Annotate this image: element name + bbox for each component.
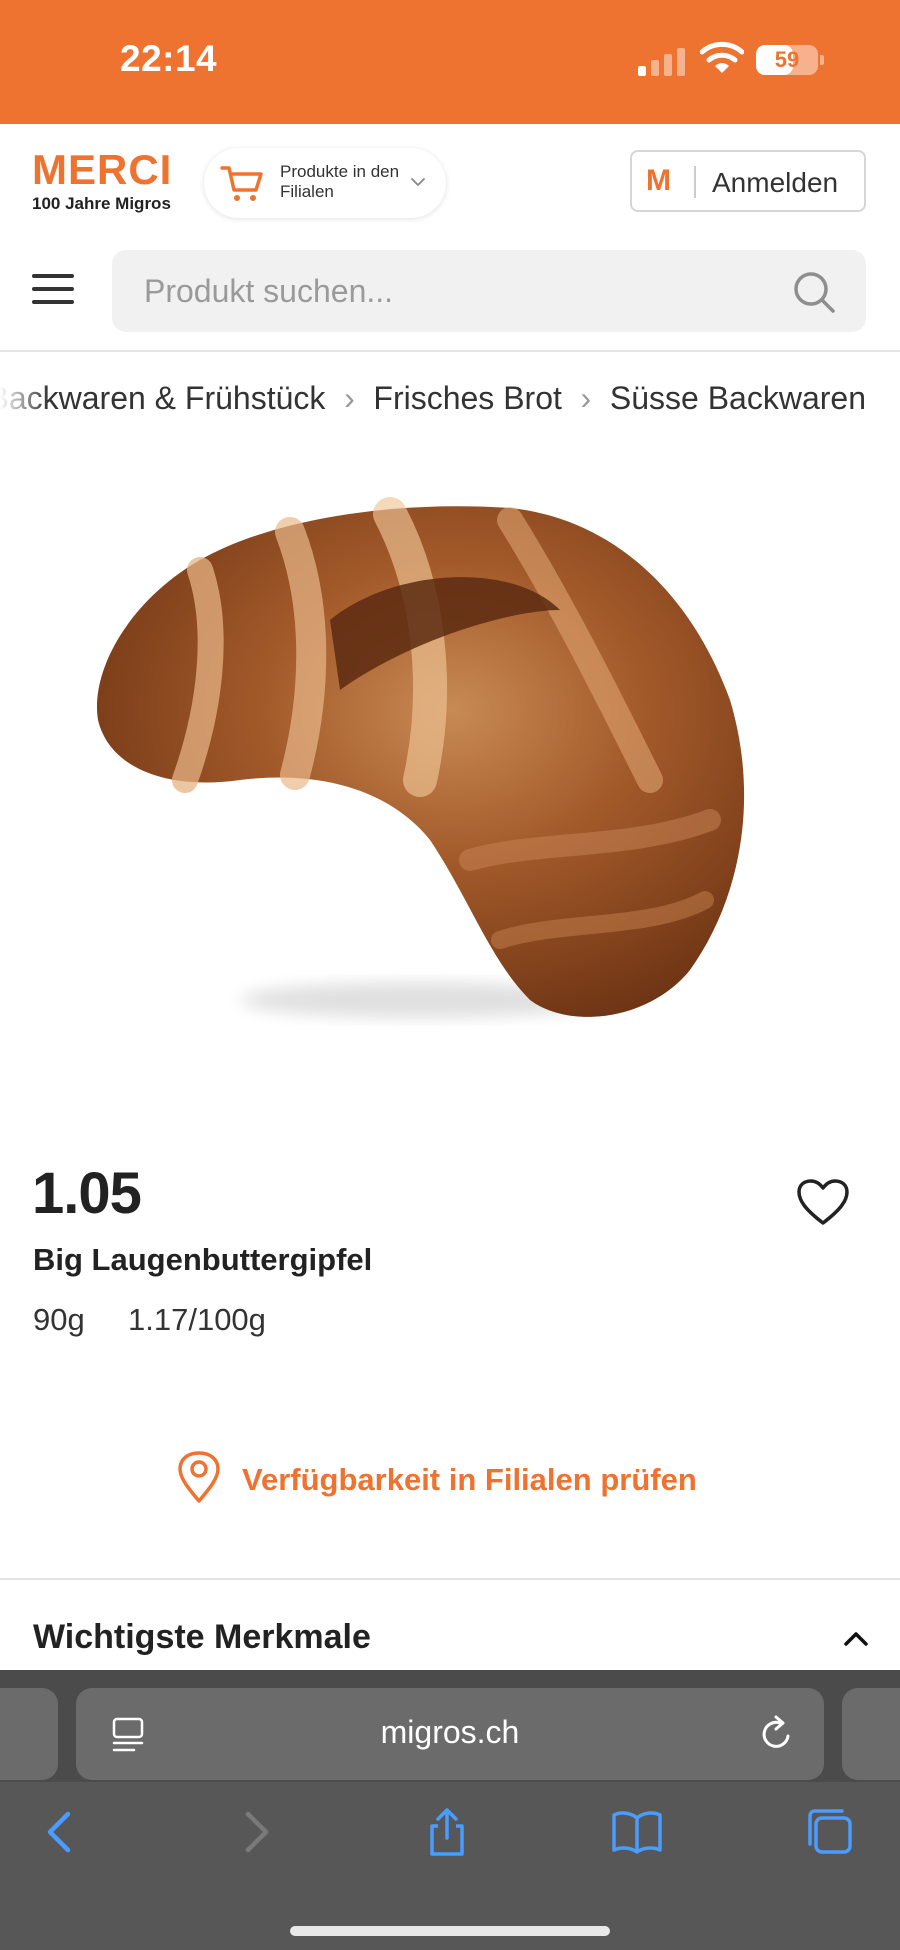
migros-m-logo: M: [646, 164, 671, 197]
back-icon[interactable]: [34, 1806, 88, 1858]
battery-icon: 59: [756, 45, 824, 75]
wifi-icon: [700, 41, 744, 73]
bookmarks-icon[interactable]: [610, 1806, 664, 1858]
chevron-up-icon[interactable]: [842, 1628, 870, 1650]
login-button[interactable]: M Anmelden: [630, 150, 866, 212]
breadcrumb: Brot, Backwaren & Frühstück › Frisches Bro…: [0, 380, 900, 440]
browser-toolbar: [0, 1782, 900, 1950]
tabs-icon[interactable]: [802, 1806, 856, 1858]
breadcrumb-item[interactable]: Frisches Brot: [373, 380, 561, 416]
product-weight: 90g: [33, 1302, 85, 1337]
next-tab-preview[interactable]: [842, 1688, 900, 1780]
search-input[interactable]: [142, 264, 746, 318]
features-section-title[interactable]: Wichtigste Merkmale: [33, 1618, 371, 1657]
share-icon[interactable]: [420, 1806, 474, 1858]
site-header: MERCI 100 Jahre Migros Produkte in den F…: [0, 124, 900, 352]
chevron-down-icon: [411, 178, 425, 187]
search-bar: [112, 250, 866, 332]
product-name: Big Laugenbuttergipfel: [33, 1242, 373, 1277]
chevron-right-icon: ›: [344, 380, 355, 416]
status-bar: 22:14 59: [0, 0, 900, 124]
product-price: 1.05: [32, 1161, 142, 1226]
store-selector-label: Produkte in den Filialen: [280, 162, 400, 201]
location-pin-icon: [178, 1451, 220, 1503]
product-image[interactable]: [90, 480, 790, 1040]
logo-title[interactable]: MERCI: [32, 146, 172, 194]
home-indicator: [290, 1926, 610, 1936]
check-availability-label: Verfügbarkeit in Filialen prüfen: [242, 1462, 697, 1497]
status-time: 22:14: [120, 38, 218, 79]
hamburger-menu-icon[interactable]: [32, 274, 76, 306]
product-unit-price: 1.17/100g: [128, 1302, 266, 1337]
forward-icon[interactable]: [228, 1806, 282, 1858]
heart-icon[interactable]: [796, 1178, 850, 1228]
section-divider: [0, 1578, 900, 1580]
cart-icon: [220, 166, 263, 201]
breadcrumb-item[interactable]: Süsse Backwaren: [610, 380, 866, 416]
address-domain: migros.ch: [380, 1714, 520, 1750]
login-divider: [694, 166, 696, 198]
battery-percent: 59: [774, 47, 800, 72]
cellular-signal-icon: [638, 44, 686, 76]
chevron-right-icon: ›: [580, 380, 592, 416]
address-bar[interactable]: migros.ch: [76, 1688, 824, 1780]
reload-icon[interactable]: [758, 1714, 796, 1754]
previous-tab-preview[interactable]: [0, 1688, 58, 1780]
search-icon[interactable]: [792, 270, 836, 314]
breadcrumb-item[interactable]: Brot, Backwaren & Frühstück: [0, 380, 325, 416]
browser-address-area: migros.ch: [0, 1670, 900, 1782]
login-label: Anmelden: [712, 167, 839, 198]
store-selector-button[interactable]: Produkte in den Filialen: [204, 148, 446, 218]
logo-subtitle: 100 Jahre Migros: [32, 194, 171, 213]
